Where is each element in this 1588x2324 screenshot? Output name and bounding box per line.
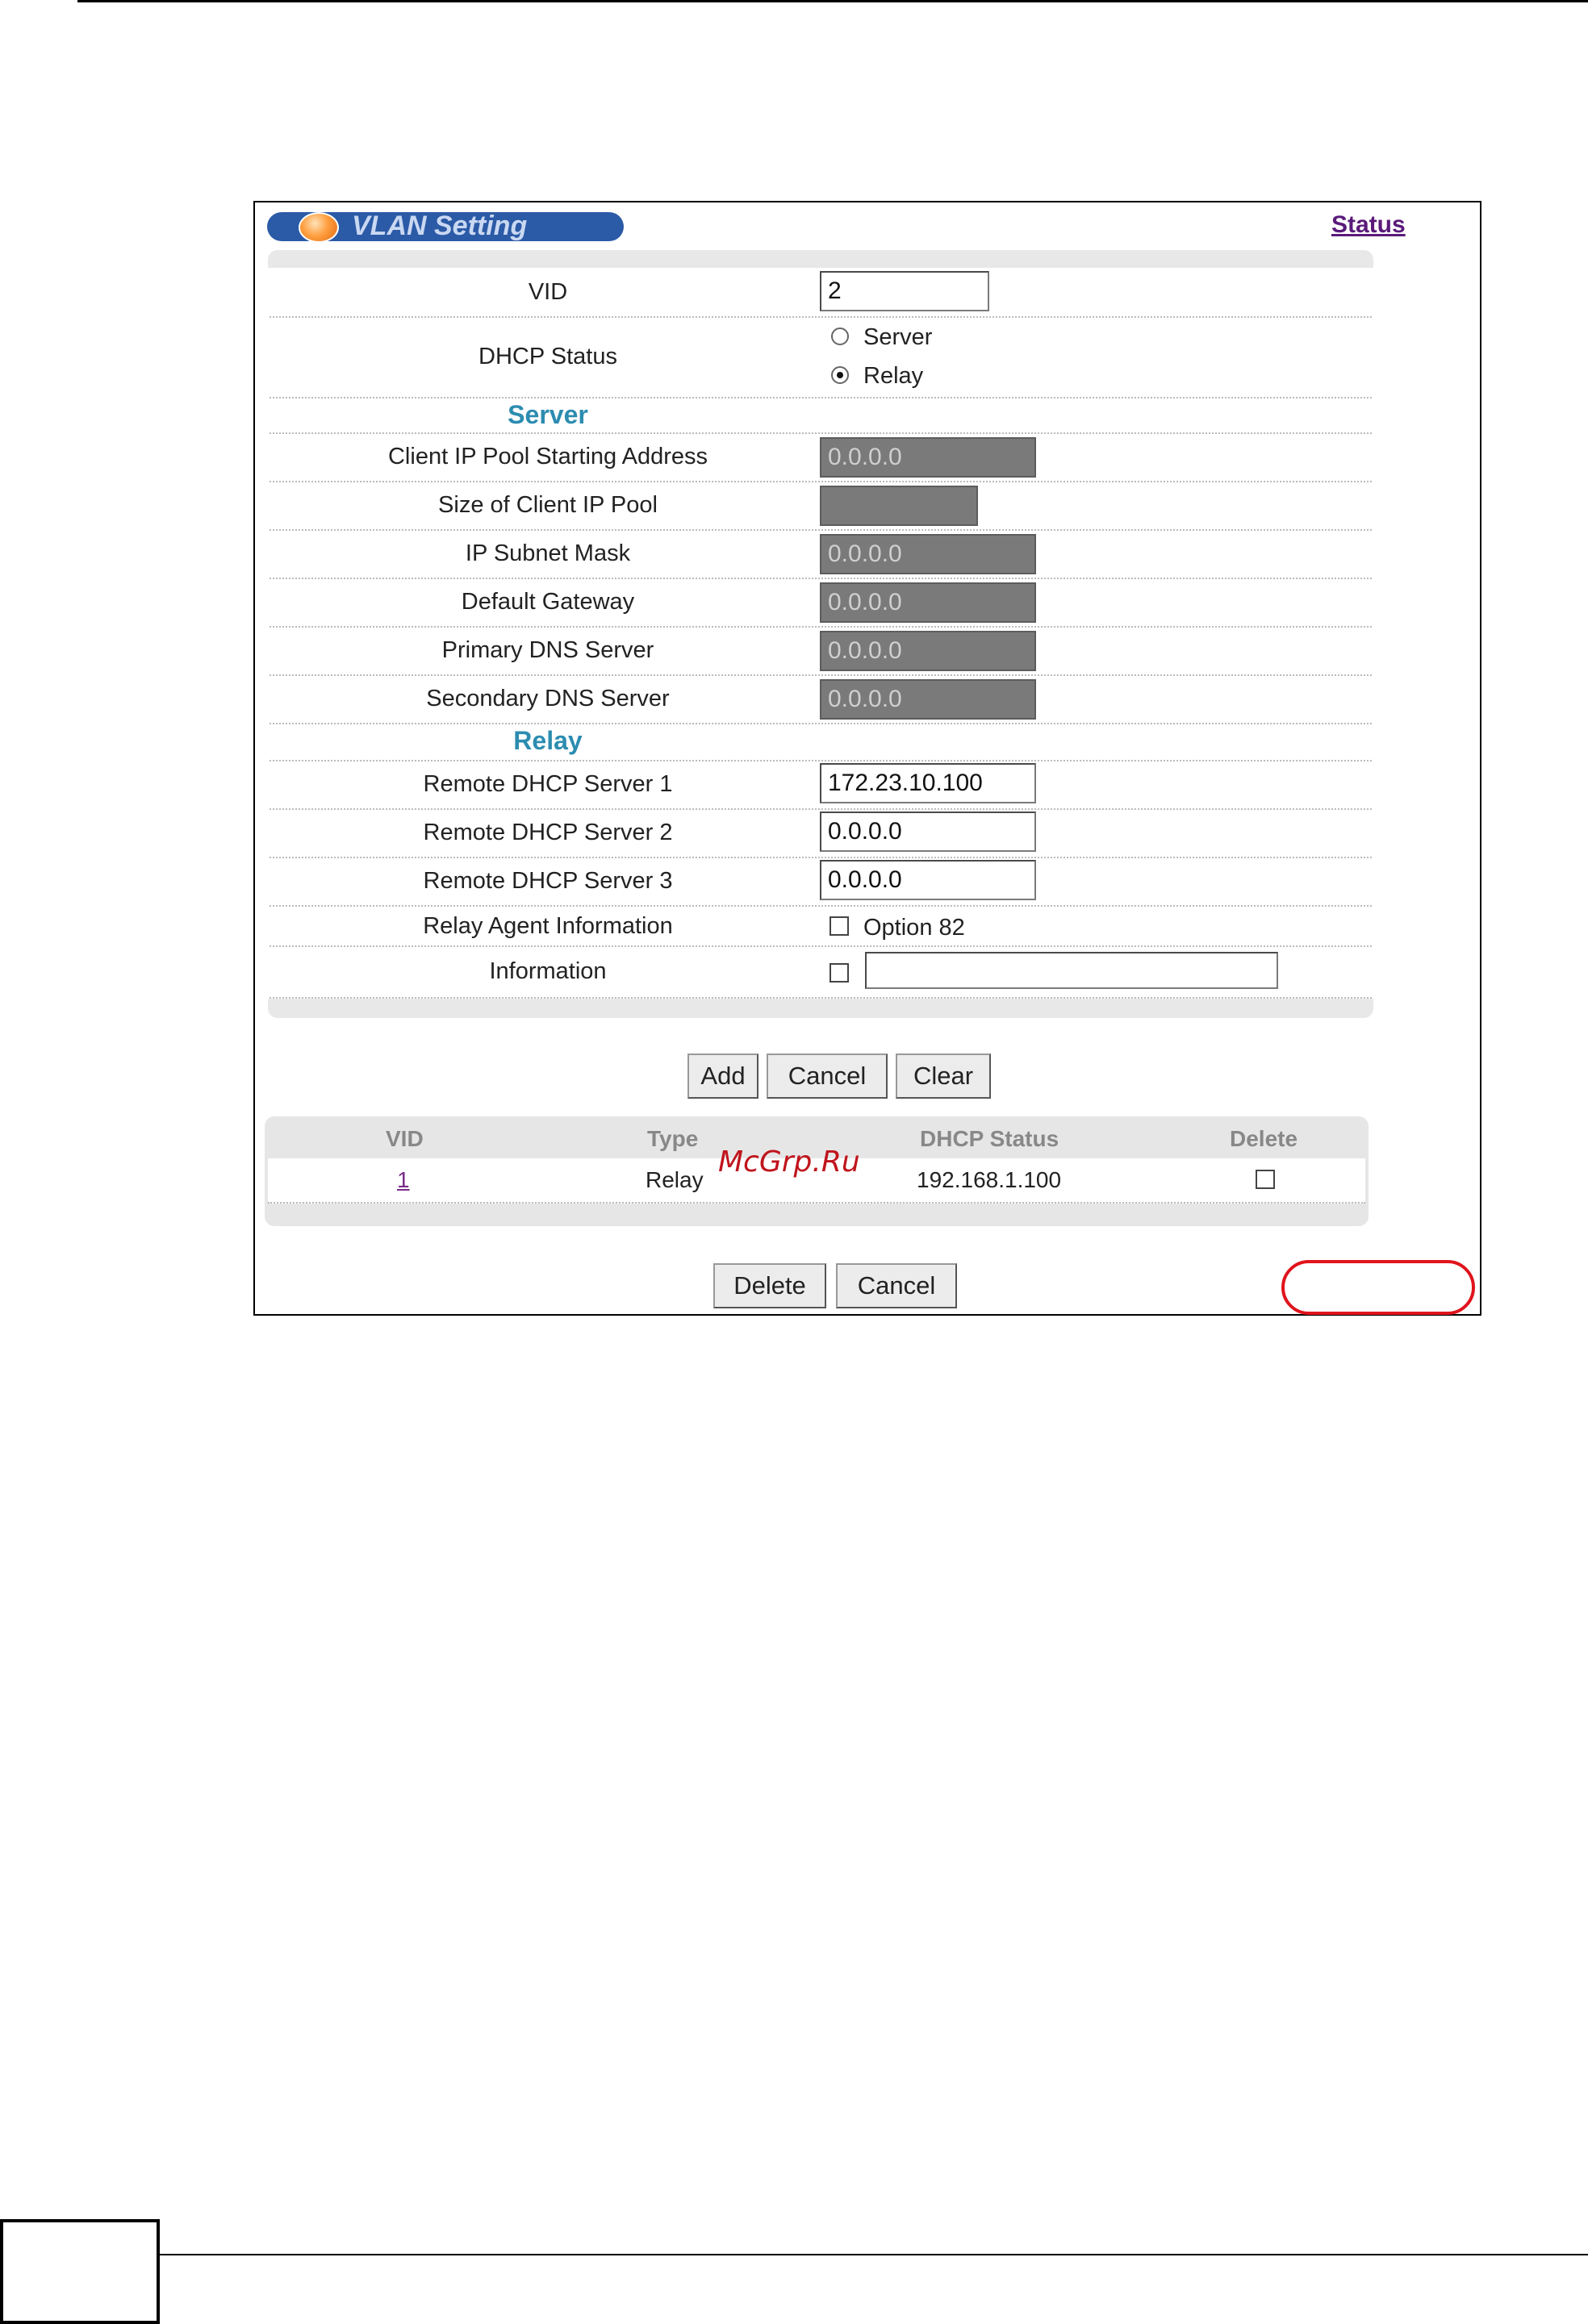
page-number-box	[0, 2219, 160, 2324]
information-input[interactable]	[865, 952, 1278, 989]
secondary-dns-label: Secondary DNS Server	[426, 686, 670, 711]
remote-dhcp-server-3-label: Remote DHCP Server 3	[423, 868, 673, 894]
orb-icon	[299, 212, 339, 243]
dhcp-status-label: DHCP Status	[478, 344, 617, 369]
option-82-label: Option 82	[863, 915, 965, 941]
delete-button[interactable]: Delete	[713, 1263, 826, 1308]
subnet-mask-input[interactable]	[820, 534, 1036, 574]
bottom-rule	[158, 2254, 1588, 2255]
row-delete-checkbox[interactable]	[1256, 1170, 1275, 1189]
remote-dhcp-server-1-input[interactable]	[820, 763, 1036, 803]
relay-radio-label: Relay	[863, 363, 924, 389]
client-ip-pool-size-label: Size of Client IP Pool	[438, 492, 658, 518]
default-gateway-input[interactable]	[820, 582, 1036, 623]
status-link[interactable]: Status	[1331, 211, 1406, 239]
panel-cap-bottom	[268, 999, 1373, 1018]
information-label: Information	[489, 958, 607, 984]
remote-dhcp-server-1-label: Remote DHCP Server 1	[423, 771, 673, 797]
clear-button[interactable]: Clear	[896, 1054, 991, 1099]
vid-label: VID	[528, 279, 568, 305]
vid-link[interactable]: 1	[397, 1167, 410, 1193]
cancel-button[interactable]: Cancel	[767, 1054, 888, 1099]
remote-dhcp-server-2-label: Remote DHCP Server 2	[423, 820, 673, 845]
remote-dhcp-server-2-input[interactable]	[820, 812, 1036, 852]
server-section-heading: Server	[508, 400, 588, 429]
row-dhcp-status: 192.168.1.100	[917, 1167, 1062, 1192]
row-type: Relay	[646, 1167, 704, 1192]
watermark: McGrp.Ru	[718, 1145, 860, 1179]
default-gateway-label: Default Gateway	[461, 589, 635, 615]
primary-dns-input[interactable]	[820, 631, 1036, 671]
option-82-checkbox[interactable]	[830, 916, 849, 936]
vid-input[interactable]	[820, 271, 989, 311]
page-title: VLAN Setting	[352, 211, 528, 241]
top-rule	[77, 0, 1588, 2]
subnet-mask-label: IP Subnet Mask	[465, 540, 631, 566]
client-ip-pool-start-input[interactable]	[820, 437, 1036, 478]
relay-agent-label: Relay Agent Information	[423, 913, 673, 939]
relay-section-heading: Relay	[513, 726, 583, 755]
list-header-delete: Delete	[1230, 1126, 1298, 1151]
primary-dns-label: Primary DNS Server	[441, 637, 654, 663]
remote-dhcp-server-3-input[interactable]	[820, 860, 1036, 900]
client-ip-pool-size-input[interactable]	[820, 486, 978, 526]
relay-radio[interactable]	[831, 366, 849, 384]
server-radio-label: Server	[863, 324, 933, 350]
panel-cap-top	[268, 250, 1373, 268]
client-ip-pool-start-label: Client IP Pool Starting Address	[387, 444, 708, 469]
add-button[interactable]: Add	[687, 1054, 758, 1099]
information-checkbox[interactable]	[830, 963, 849, 983]
list-header-dhcp-status: DHCP Status	[920, 1126, 1059, 1151]
list-header-vid: VID	[386, 1126, 424, 1151]
list-header-type: Type	[647, 1126, 699, 1151]
server-radio[interactable]	[831, 328, 849, 345]
highlight-oval	[1281, 1260, 1475, 1315]
list-cancel-button[interactable]: Cancel	[836, 1263, 957, 1308]
secondary-dns-input[interactable]	[820, 679, 1036, 720]
